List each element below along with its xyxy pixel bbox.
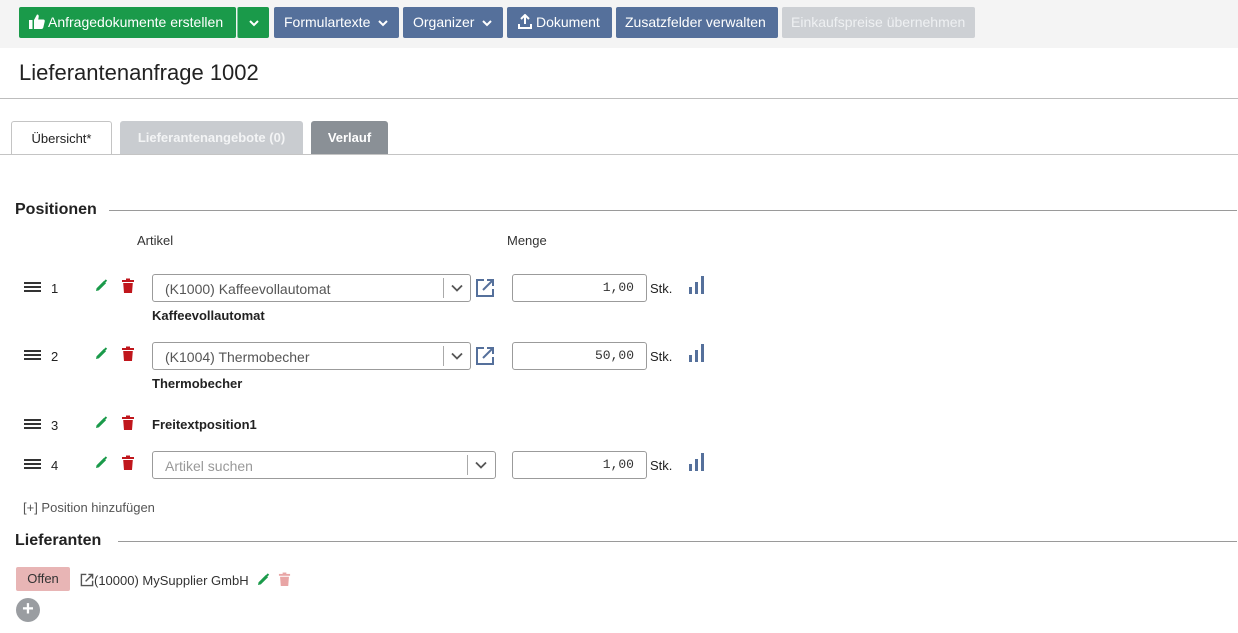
extra-fields-label: Zusatzfelder verwalten: [625, 14, 766, 30]
document-upload-button[interactable]: Dokument: [507, 7, 612, 38]
form-texts-label: Formulartexte: [284, 14, 371, 30]
article-name: Kaffeevollautomat: [152, 308, 265, 323]
drag-handle-icon[interactable]: [24, 419, 41, 431]
article-search-placeholder: Artikel suchen: [165, 458, 253, 474]
chevron-down-icon: [378, 20, 388, 27]
adopt-purchase-prices-button[interactable]: Einkaufspreise übernehmen: [782, 7, 975, 38]
organizer-button[interactable]: Organizer: [403, 7, 503, 38]
trash-icon[interactable]: [278, 572, 291, 587]
upload-icon: [518, 13, 532, 30]
article-column-header: Artikel: [137, 233, 174, 248]
tab-supplier-offers[interactable]: Lieferantenangebote (0): [120, 121, 303, 155]
position-row: 3 Freitextposition1: [0, 411, 1238, 441]
trash-icon[interactable]: [121, 278, 135, 294]
bar-chart-icon[interactable]: [689, 344, 705, 362]
manage-extra-fields-button[interactable]: Zusatzfelder verwalten: [616, 7, 778, 38]
chevron-down-icon[interactable]: [451, 283, 463, 293]
position-row: 4 Artikel suchen 1,00 Stk.: [0, 451, 1238, 481]
position-number: 4: [51, 458, 59, 473]
quantity-input[interactable]: 1,00: [512, 451, 647, 479]
select-separator: [443, 278, 444, 298]
page-title: Lieferantenanfrage 1002: [19, 60, 259, 85]
create-documents-dropdown[interactable]: [237, 7, 269, 38]
add-position-link[interactable]: [+] Position hinzufügen: [23, 500, 155, 515]
article-select[interactable]: (K1004) Thermobecher: [152, 342, 471, 370]
unit-label: Stk.: [650, 349, 673, 364]
status-badge: Offen: [16, 567, 70, 591]
external-link-icon[interactable]: [475, 278, 495, 298]
select-separator: [467, 455, 468, 475]
position-number: 1: [51, 281, 59, 296]
bar-chart-icon[interactable]: [689, 453, 705, 471]
form-texts-button[interactable]: Formulartexte: [274, 7, 399, 38]
quantity-input[interactable]: 1,00: [512, 274, 647, 302]
chevron-down-icon: [248, 20, 259, 27]
bar-chart-icon[interactable]: [689, 276, 705, 294]
organizer-label: Organizer: [413, 14, 475, 30]
positions-line: [109, 210, 1237, 211]
drag-handle-icon[interactable]: [24, 282, 41, 294]
positions-title: Positionen: [15, 201, 97, 218]
position-row: 2 (K1004) Thermobecher 50,00 Stk.: [0, 342, 1238, 372]
chevron-down-icon: [482, 20, 493, 27]
supplier-link[interactable]: (10000) MySupplier GmbH: [94, 573, 249, 588]
unit-label: Stk.: [650, 458, 673, 473]
pencil-icon[interactable]: [94, 416, 108, 430]
article-search-select[interactable]: Artikel suchen: [152, 451, 496, 479]
trash-icon[interactable]: [121, 346, 135, 362]
drag-handle-icon[interactable]: [24, 350, 41, 362]
pencil-icon[interactable]: [94, 279, 108, 293]
external-link-icon[interactable]: [80, 573, 94, 587]
select-separator: [443, 346, 444, 366]
create-documents-button[interactable]: Anfragedokumente erstellen: [19, 7, 236, 38]
purchase-prices-label: Einkaufspreise übernehmen: [791, 14, 966, 30]
freetext-position: Freitextposition1: [152, 417, 257, 432]
suppliers-line: [118, 541, 1237, 542]
article-select-value: (K1000) Kaffeevollautomat: [165, 281, 331, 297]
tab-history[interactable]: Verlauf: [311, 121, 388, 155]
pencil-icon[interactable]: [94, 347, 108, 361]
tabs-divider: [0, 154, 1238, 155]
article-select[interactable]: (K1000) Kaffeevollautomat: [152, 274, 471, 302]
position-number: 2: [51, 349, 59, 364]
add-supplier-button[interactable]: +: [16, 598, 40, 622]
document-label: Dokument: [536, 14, 600, 30]
article-name: Thermobecher: [152, 376, 243, 391]
pencil-icon[interactable]: [94, 456, 108, 470]
article-select-value: (K1004) Thermobecher: [165, 349, 310, 365]
chevron-down-icon[interactable]: [475, 460, 487, 470]
drag-handle-icon[interactable]: [24, 459, 41, 471]
unit-label: Stk.: [650, 281, 673, 296]
chevron-down-icon[interactable]: [451, 351, 463, 361]
external-link-icon[interactable]: [475, 346, 495, 366]
tab-overview[interactable]: Übersicht*: [11, 121, 112, 155]
quantity-input[interactable]: 50,00: [512, 342, 647, 370]
toolbar: Anfragedokumente erstellen Formulartexte…: [0, 0, 1238, 48]
thumbs-up-icon: [29, 14, 45, 30]
quantity-column-header: Menge: [507, 233, 547, 248]
trash-icon[interactable]: [121, 415, 135, 431]
create-documents-label: Anfragedokumente erstellen: [48, 14, 224, 30]
title-divider: [0, 98, 1238, 99]
pencil-icon[interactable]: [256, 573, 270, 587]
position-row: 1 (K1000) Kaffeevollautomat 1,00 Stk.: [0, 274, 1238, 304]
supplier-entry: (10000) MySupplier GmbH: [80, 572, 291, 588]
trash-icon[interactable]: [121, 455, 135, 471]
suppliers-title: Lieferanten: [15, 532, 102, 549]
position-number: 3: [51, 418, 59, 433]
